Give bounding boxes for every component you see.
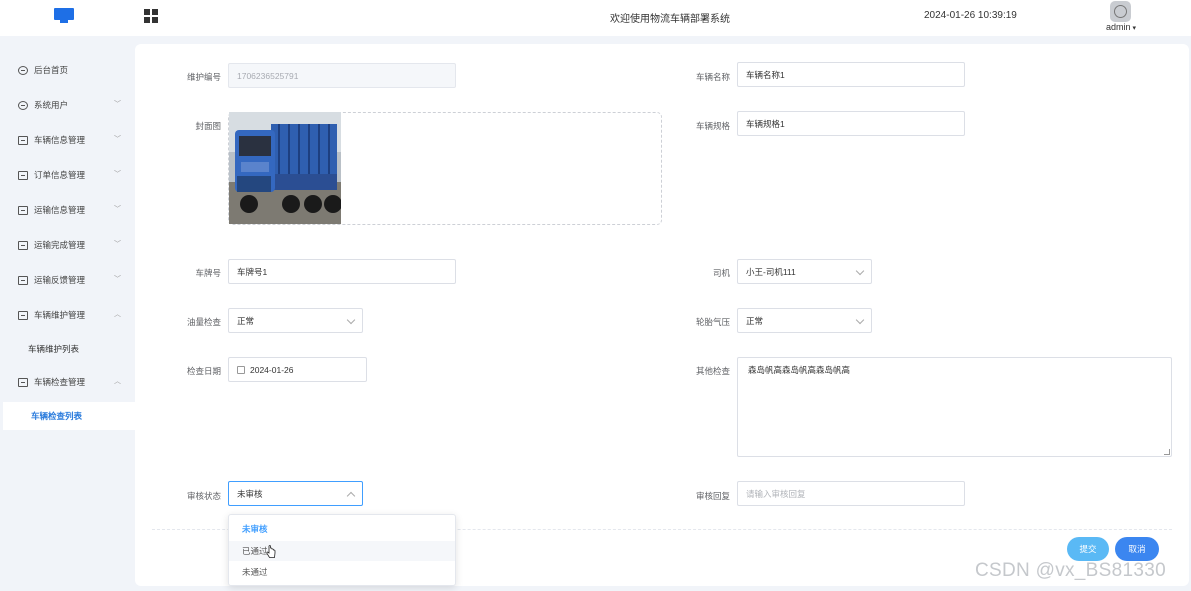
sidebar-item-maintenance[interactable]: 车辆维护管理 ︿	[0, 303, 135, 327]
other-textarea[interactable]: 森岛帆高森岛帆高森岛帆高	[737, 357, 1172, 457]
sidebar-item-label: 运输反馈管理	[34, 275, 86, 285]
sidebar-item-label: 车辆维护列表	[28, 344, 80, 354]
truck-image	[229, 112, 341, 224]
other-value: 森岛帆高森岛帆高森岛帆高	[748, 365, 851, 375]
cover-image[interactable]	[229, 112, 341, 224]
grid-icon[interactable]	[144, 9, 158, 23]
sidebar-item-transport-done[interactable]: 运输完成管理 ﹀	[0, 233, 135, 257]
resize-handle-icon[interactable]	[1164, 449, 1170, 455]
chevron-down-icon	[855, 315, 865, 325]
chevron-up-icon: ︿	[114, 378, 121, 385]
sidebar-item-label: 车辆维护管理	[34, 310, 86, 320]
chevron-down-icon	[346, 315, 356, 325]
date-picker[interactable]: 2024-01-26	[228, 357, 367, 382]
chevron-down-icon: ﹀	[114, 276, 121, 283]
sidebar-item-label: 车辆检查管理	[34, 377, 86, 387]
sidebar-item-label: 车辆检查列表	[31, 411, 83, 421]
audit-reply-placeholder: 请输入审核回复	[746, 488, 806, 499]
form-icon	[18, 205, 28, 215]
chevron-down-icon: ▾	[1132, 25, 1137, 32]
sidebar-item-label: 运输信息管理	[34, 205, 86, 215]
chevron-down-icon: ﹀	[114, 206, 121, 213]
tire-select[interactable]: 正常	[737, 308, 872, 333]
plate-label: 车牌号	[195, 268, 221, 278]
hand-cursor-icon	[266, 545, 276, 558]
driver-value: 小王-司机111	[746, 266, 796, 277]
cover-label: 封面图	[195, 121, 221, 131]
chevron-up-icon	[346, 491, 356, 501]
audit-status-value: 未审核	[237, 488, 263, 499]
plate-value: 车牌号1	[237, 266, 268, 277]
sidebar-item-inspection-list[interactable]: 车辆检查列表	[3, 402, 135, 430]
sidebar-item-vehicle-info[interactable]: 车辆信息管理 ﹀	[0, 128, 135, 152]
welcome-text: 欢迎使用物流车辆部署系统	[610, 14, 730, 25]
audit-status-label: 审核状态	[186, 491, 221, 501]
audit-reply-input[interactable]: 请输入审核回复	[737, 481, 965, 506]
sidebar: 后台首页 系统用户 ﹀ 车辆信息管理 ﹀ 订单信息管理 ﹀ 运输信息管理 ﹀ 运输完成管…	[0, 36, 135, 591]
sidebar-item-transport[interactable]: 运输信息管理 ﹀	[0, 198, 135, 222]
vehicle-name-value: 车辆名称1	[746, 69, 785, 80]
watermark: CSDN @vx_BS81330	[975, 560, 1166, 581]
maint-no-input: 1706236525791	[228, 63, 456, 88]
sidebar-item-label: 系统用户	[34, 100, 69, 110]
calendar-icon	[237, 365, 245, 374]
user-icon	[18, 100, 28, 110]
driver-select[interactable]: 小王-司机111	[737, 259, 872, 284]
sidebar-item-label: 订单信息管理	[34, 170, 86, 180]
audit-reply-label: 审核回复	[695, 491, 730, 501]
maint-no-value: 1706236525791	[237, 70, 299, 81]
sidebar-item-label: 后台首页	[34, 65, 69, 75]
dropdown-option[interactable]: 未通过	[229, 562, 455, 582]
clock-icon	[18, 65, 28, 75]
oil-value: 正常	[237, 315, 255, 326]
form-icon	[18, 310, 28, 320]
user-menu[interactable]: admin ▾	[1106, 22, 1136, 32]
cancel-button[interactable]: 取消	[1115, 537, 1159, 561]
chevron-down-icon: ﹀	[114, 136, 121, 143]
audit-status-select[interactable]: 未审核	[228, 481, 363, 506]
date-label: 检查日期	[186, 366, 221, 376]
datetime-display: 2024-01-26 10:39:19	[924, 10, 1017, 21]
form-icon	[18, 135, 28, 145]
sidebar-item-users[interactable]: 系统用户 ﹀	[0, 93, 135, 117]
chevron-down-icon: ﹀	[114, 101, 121, 108]
avatar[interactable]	[1110, 1, 1131, 22]
date-value: 2024-01-26	[250, 364, 294, 375]
vehicle-name-label: 车辆名称	[695, 72, 730, 82]
tire-value: 正常	[746, 315, 764, 326]
vehicle-name-input[interactable]: 车辆名称1	[737, 62, 965, 87]
chevron-up-icon: ︿	[114, 311, 121, 318]
form-icon	[18, 170, 28, 180]
sidebar-item-label: 车辆信息管理	[34, 135, 86, 145]
vehicle-spec-value: 车辆规格1	[746, 118, 785, 129]
tire-label: 轮胎气压	[695, 317, 730, 327]
form-icon	[18, 275, 28, 285]
sidebar-item-inspection[interactable]: 车辆检查管理 ︿	[0, 370, 135, 394]
sidebar-item-label: 运输完成管理	[34, 240, 86, 250]
plate-input[interactable]: 车牌号1	[228, 259, 456, 284]
driver-label: 司机	[712, 268, 730, 278]
monitor-icon[interactable]	[54, 8, 74, 24]
sidebar-item-feedback[interactable]: 运输反馈管理 ﹀	[0, 268, 135, 292]
vehicle-spec-input[interactable]: 车辆规格1	[737, 111, 965, 136]
chevron-down-icon	[855, 266, 865, 276]
chevron-down-icon: ﹀	[114, 241, 121, 248]
sidebar-item-maintenance-list[interactable]: 车辆维护列表	[0, 335, 135, 363]
dropdown-option[interactable]: 未审核	[229, 519, 455, 539]
sidebar-item-orders[interactable]: 订单信息管理 ﹀	[0, 163, 135, 187]
submit-button[interactable]: 提交	[1067, 537, 1109, 561]
chevron-down-icon: ﹀	[114, 171, 121, 178]
dropdown-option[interactable]: 已通过	[229, 541, 455, 561]
form-icon	[18, 240, 28, 250]
form-icon	[18, 377, 28, 387]
vehicle-spec-label: 车辆规格	[695, 121, 730, 131]
username: admin	[1106, 22, 1131, 32]
other-label: 其他检查	[695, 366, 730, 376]
oil-label: 油量检查	[186, 317, 221, 327]
top-bar: 欢迎使用物流车辆部署系统 2024-01-26 10:39:19 admin ▾	[0, 0, 1191, 36]
audit-status-dropdown: 未审核 已通过 未通过	[228, 514, 456, 586]
sidebar-item-home[interactable]: 后台首页	[0, 58, 135, 82]
oil-select[interactable]: 正常	[228, 308, 363, 333]
maint-no-label: 维护编号	[186, 72, 221, 82]
